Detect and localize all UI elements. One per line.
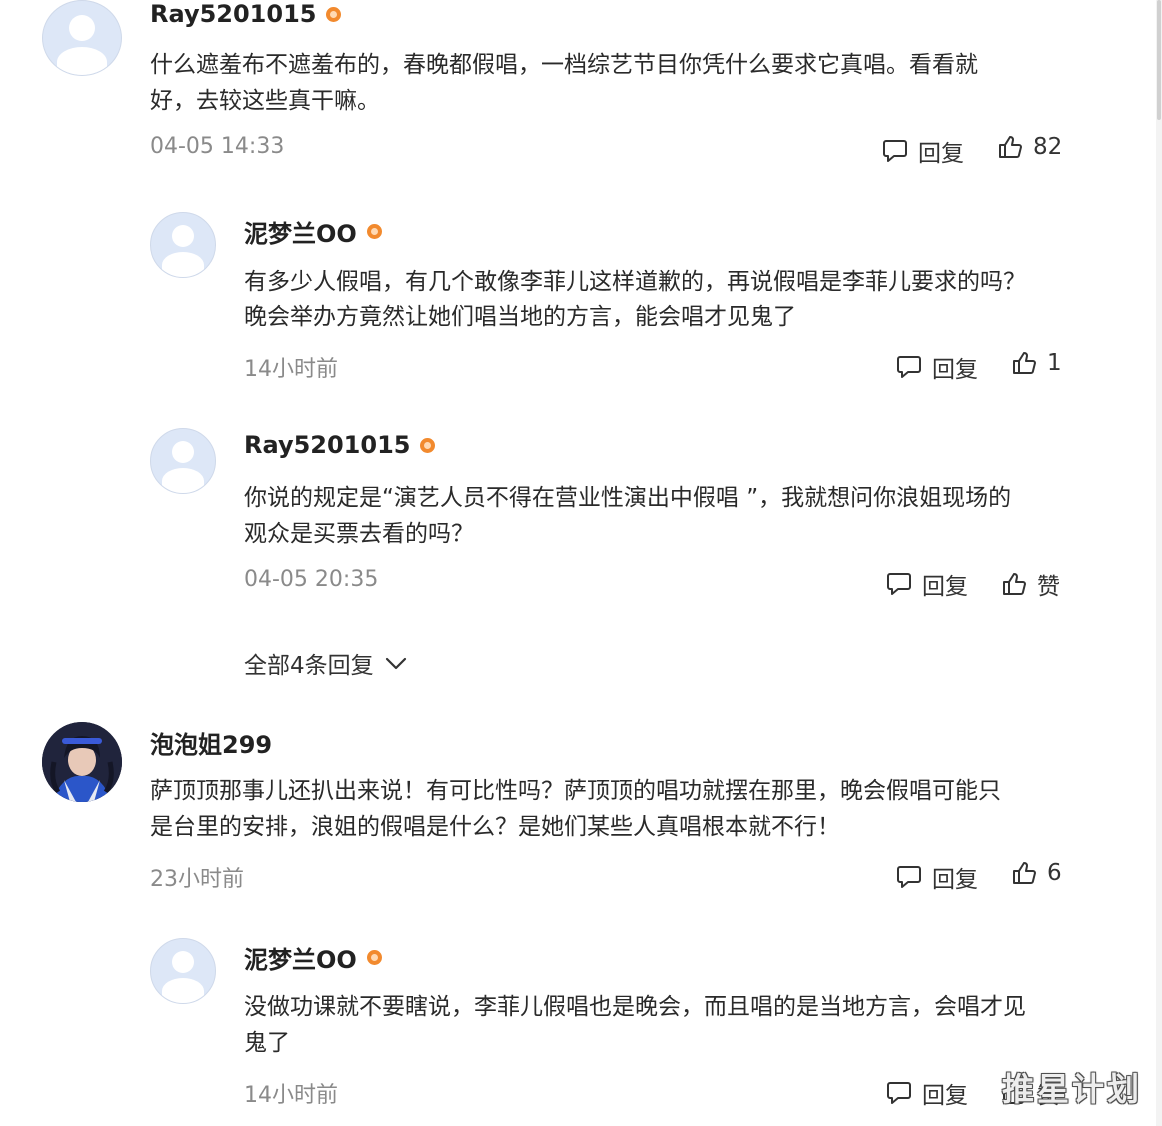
comment-text-line: 有多少人假唱，有几个敢像李菲儿这样道歉的，再说假唱是李菲儿要求的吗？ <box>244 269 1026 295</box>
comment-bubble-icon <box>897 356 921 378</box>
like-button[interactable]: 赞 <box>1001 567 1060 601</box>
like-count: 1 <box>1047 350 1062 376</box>
comment-time: 23小时前 <box>150 867 244 892</box>
username[interactable]: Ray5201015 <box>150 0 342 28</box>
reply-label: 回复 <box>922 574 968 600</box>
level-badge-icon <box>366 950 382 965</box>
avatar[interactable] <box>42 0 122 76</box>
expand-replies-link[interactable]: 全部4条回复 <box>244 646 408 680</box>
username[interactable]: Ray5201015 <box>244 431 436 459</box>
level-badge-icon <box>366 224 382 239</box>
thumbs-up-icon <box>999 136 1022 158</box>
username[interactable]: 泡泡姐299 <box>150 725 272 760</box>
comment-text-line: 观众是买票去看的吗？ <box>244 521 474 547</box>
level-badge-icon <box>326 6 342 22</box>
username-text[interactable]: Ray5201015 <box>244 431 410 459</box>
like-button[interactable]: 82 <box>997 134 1062 160</box>
expand-replies-label: 全部4条回复 <box>244 653 374 679</box>
username-text[interactable]: Ray5201015 <box>150 0 316 28</box>
like-button[interactable]: 1 <box>1011 350 1062 376</box>
level-badge-icon <box>420 437 436 453</box>
reply-button[interactable]: 回复 <box>882 134 964 168</box>
thumbs-up-icon <box>1013 352 1036 374</box>
thumbs-up-icon <box>1003 573 1026 595</box>
username-text[interactable]: 泥梦兰OO <box>244 940 357 975</box>
like-button[interactable]: 6 <box>1011 860 1062 886</box>
comment-bubble-icon <box>897 866 921 888</box>
comment-bubble-icon <box>887 573 911 595</box>
username-text[interactable]: 泥梦兰OO <box>244 214 357 249</box>
scrollbar-track[interactable] <box>1156 0 1162 1126</box>
comment-time: 04-05 14:33 <box>150 134 285 159</box>
username[interactable]: 泥梦兰OO <box>244 940 382 975</box>
comment-time: 14小时前 <box>244 1083 338 1108</box>
comment-bubble-icon <box>887 1082 911 1104</box>
avatar[interactable] <box>150 428 216 494</box>
avatar[interactable] <box>150 212 216 278</box>
reply-button[interactable]: 回复 <box>886 567 968 601</box>
comment-text-line: 萨顶顶那事儿还扒出来说！有可比性吗？萨顶顶的唱功就摆在那里，晚会假唱可能只 <box>150 778 1001 804</box>
thumbs-up-icon <box>1013 862 1036 884</box>
comment-text-line: 是台里的安排，浪姐的假唱是什么？是她们某些人真唱根本就不行！ <box>150 814 840 840</box>
reply-label: 回复 <box>922 1083 968 1109</box>
avatar[interactable] <box>150 938 216 1004</box>
like-count: 赞 <box>1037 574 1060 600</box>
comment-text-line: 你说的规定是“演艺人员不得在营业性演出中假唱 ”，我就想问你浪姐现场的 <box>244 485 1012 511</box>
avatar[interactable] <box>42 722 122 802</box>
reply-button[interactable]: 回复 <box>896 860 978 894</box>
like-count: 6 <box>1047 860 1062 886</box>
reply-button[interactable]: 回复 <box>896 350 978 384</box>
chevron-down-icon <box>385 657 406 670</box>
comment-time: 14小时前 <box>244 357 338 382</box>
comment-time: 04-05 20:35 <box>244 567 379 592</box>
comment-text-line: 晚会举办方竟然让她们唱当地的方言，能会唱才见鬼了 <box>244 304 796 330</box>
username-text[interactable]: 泡泡姐299 <box>150 725 272 760</box>
comment-text-line: 没做功课就不要瞎说，李菲儿假唱也是晚会，而且唱的是当地方言，会唱才见 <box>244 994 1026 1020</box>
comment-bubble-icon <box>883 140 907 162</box>
comment-text-line: 好，去较这些真干嘛。 <box>150 88 380 114</box>
reply-label: 回复 <box>932 867 978 893</box>
watermark: 推星计划 <box>1001 1070 1142 1108</box>
like-count: 82 <box>1033 134 1063 160</box>
reply-label: 回复 <box>918 141 964 167</box>
reply-button[interactable]: 回复 <box>886 1076 968 1110</box>
username[interactable]: 泥梦兰OO <box>244 214 382 249</box>
scrollbar-thumb[interactable] <box>1157 0 1161 120</box>
comment-text-line: 什么遮羞布不遮羞布的，春晚都假唱，一档综艺节目你凭什么要求它真唱。看看就 <box>150 52 978 78</box>
comment-text-line: 鬼了 <box>244 1030 290 1056</box>
reply-label: 回复 <box>932 357 978 383</box>
